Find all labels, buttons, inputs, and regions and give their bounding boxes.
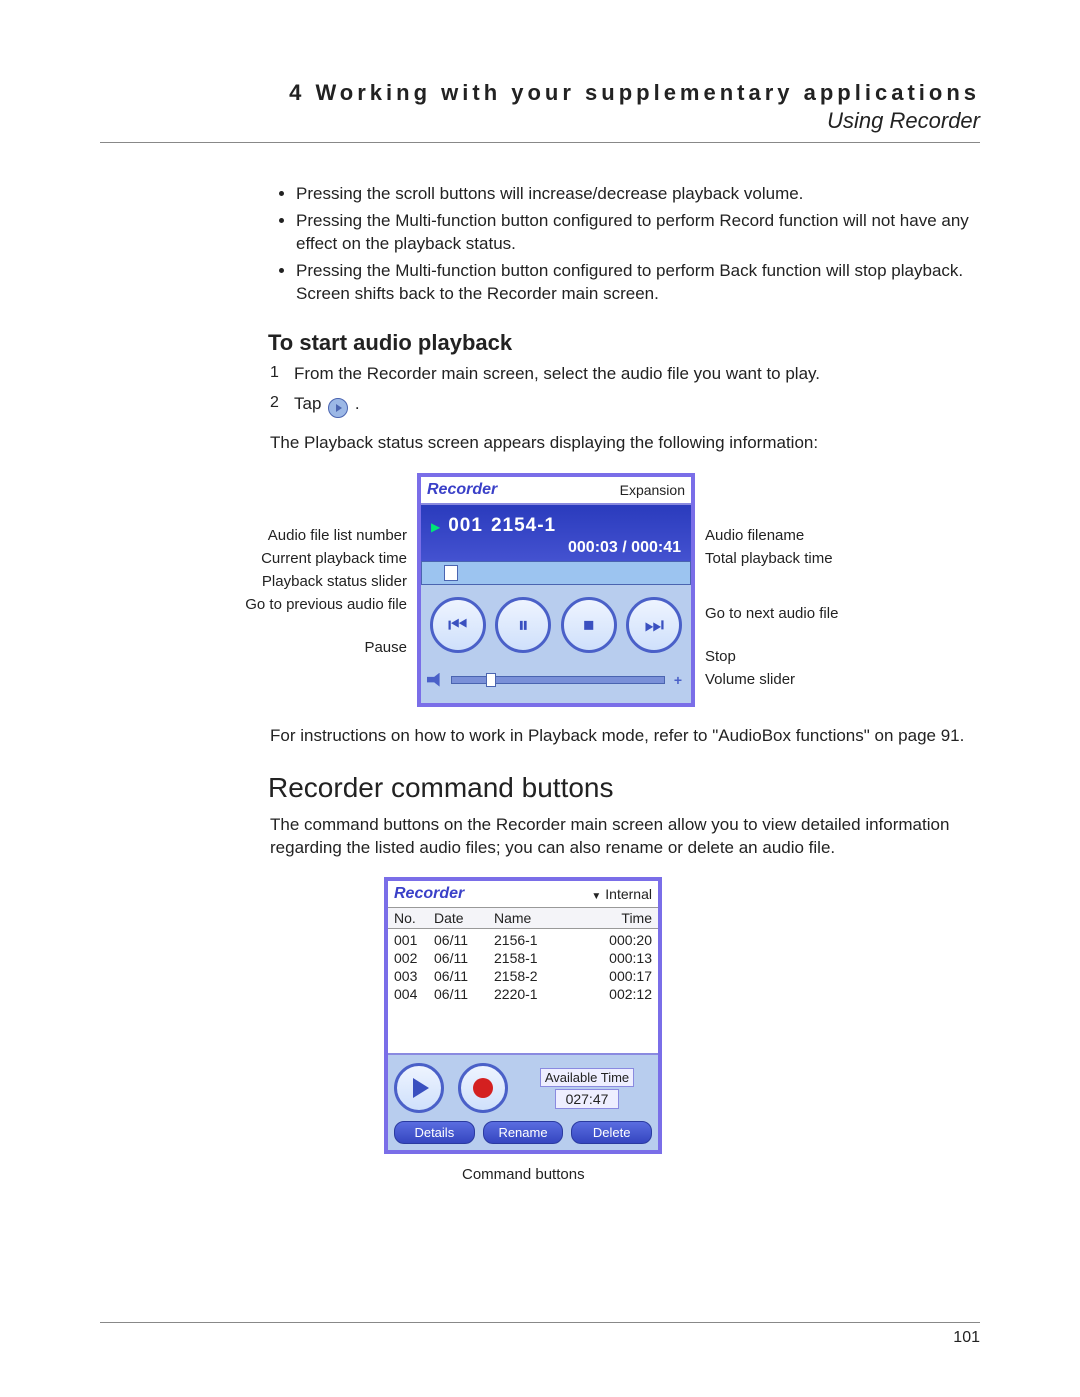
table-row[interactable]: 00406/112220-1002:12 bbox=[394, 985, 652, 1003]
prev-button[interactable]: ⏮ bbox=[430, 597, 486, 653]
callout: Total playback time bbox=[705, 550, 870, 567]
callout: Pause bbox=[222, 639, 407, 656]
col-time: Time bbox=[592, 910, 652, 926]
playback-slider[interactable] bbox=[421, 561, 691, 585]
col-date: Date bbox=[434, 910, 494, 926]
page-header: 4 Working with your supplementary applic… bbox=[100, 80, 980, 143]
col-name: Name bbox=[494, 910, 592, 926]
callout: Current playback time bbox=[222, 550, 407, 567]
chevron-down-icon bbox=[591, 886, 605, 902]
stop-button[interactable]: ⏹ bbox=[561, 597, 617, 653]
bottom-panel: Available Time 027:47 Details Rename Del… bbox=[388, 1055, 658, 1150]
app-titlebar: Recorder Internal bbox=[388, 881, 658, 907]
heading-command-buttons: Recorder command buttons bbox=[268, 772, 980, 804]
table-body: 00106/112156-1000:2000206/112158-1000:13… bbox=[388, 929, 658, 1055]
step-text-pre: Tap bbox=[294, 394, 326, 413]
volume-slider[interactable] bbox=[451, 676, 665, 684]
step-text-post: . bbox=[350, 394, 359, 413]
speaker-icon bbox=[427, 673, 445, 687]
playback-figure: Audio file list number Current playback … bbox=[222, 473, 980, 707]
volume-knob-icon[interactable] bbox=[486, 673, 496, 687]
available-time-value: 027:47 bbox=[555, 1089, 620, 1109]
available-time-label: Available Time bbox=[540, 1068, 634, 1087]
step-text: From the Recorder main screen, select th… bbox=[294, 364, 980, 384]
callout: Stop bbox=[705, 648, 870, 665]
paragraph: For instructions on how to work in Playb… bbox=[270, 725, 980, 748]
delete-button[interactable]: Delete bbox=[571, 1121, 652, 1144]
steps-list: 1 From the Recorder main screen, select … bbox=[270, 364, 980, 418]
time-separator: / bbox=[618, 539, 631, 556]
playing-indicator-icon bbox=[431, 516, 440, 536]
step-number: 1 bbox=[270, 364, 294, 384]
table-row[interactable]: 00306/112158-2000:17 bbox=[394, 967, 652, 985]
right-callouts: Audio filename Total playback time Go to… bbox=[695, 473, 870, 688]
recorder-playback-screen: Recorder Expansion 001 2154-1 000:03 / 0… bbox=[417, 473, 695, 707]
available-time-box: Available Time 027:47 bbox=[522, 1068, 652, 1109]
heading-start-playback: To start audio playback bbox=[268, 330, 980, 356]
page-number: 101 bbox=[100, 1322, 980, 1347]
callout: Go to previous audio file bbox=[222, 596, 407, 613]
callout: Volume slider bbox=[705, 671, 870, 688]
details-button[interactable]: Details bbox=[394, 1121, 475, 1144]
callout: Go to next audio file bbox=[705, 605, 870, 622]
table-row[interactable]: 00106/112156-1000:20 bbox=[394, 931, 652, 949]
rename-button[interactable]: Rename bbox=[483, 1121, 564, 1144]
chapter-title: 4 Working with your supplementary applic… bbox=[100, 80, 980, 106]
record-button[interactable] bbox=[458, 1063, 508, 1113]
notes-bullets: Pressing the scroll buttons will increas… bbox=[270, 183, 980, 306]
app-title: Recorder bbox=[427, 481, 497, 499]
paragraph: The Playback status screen appears displ… bbox=[270, 432, 980, 455]
next-button[interactable]: ⏭ bbox=[626, 597, 682, 653]
recorder-main-screen: Recorder Internal No. Date Name Time 001… bbox=[384, 877, 662, 1154]
figure-caption: Command buttons bbox=[462, 1166, 980, 1183]
callout: Audio filename bbox=[705, 527, 870, 544]
slider-knob-icon[interactable] bbox=[444, 565, 458, 581]
play-button[interactable] bbox=[394, 1063, 444, 1113]
callout: Playback status slider bbox=[222, 573, 407, 590]
page-body: Pressing the scroll buttons will increas… bbox=[270, 183, 980, 1183]
mainlist-figure: Recorder Internal No. Date Name Time 001… bbox=[384, 877, 980, 1183]
current-time: 000:03 bbox=[568, 539, 618, 556]
plus-icon: + bbox=[671, 673, 685, 687]
bullet: Pressing the Multi-function button confi… bbox=[296, 210, 980, 256]
step-text: Tap . bbox=[294, 394, 980, 418]
paragraph: The command buttons on the Recorder main… bbox=[270, 814, 980, 860]
now-playing-panel: 001 2154-1 000:03 / 000:41 bbox=[421, 505, 691, 561]
storage-menu[interactable]: Expansion bbox=[620, 482, 685, 498]
transport-controls: ⏮ ⏸ ⏹ ⏭ bbox=[421, 585, 691, 665]
app-titlebar: Recorder Expansion bbox=[421, 477, 691, 505]
step-number: 2 bbox=[270, 394, 294, 418]
section-title: Using Recorder bbox=[100, 108, 980, 134]
bullet: Pressing the Multi-function button confi… bbox=[296, 260, 980, 306]
track-index: 001 bbox=[448, 515, 483, 537]
callout: Audio file list number bbox=[222, 527, 407, 544]
table-row[interactable]: 00206/112158-1000:13 bbox=[394, 949, 652, 967]
play-icon bbox=[328, 398, 348, 418]
pause-button[interactable]: ⏸ bbox=[495, 597, 551, 653]
bullet: Pressing the scroll buttons will increas… bbox=[296, 183, 980, 206]
total-time: 000:41 bbox=[631, 539, 681, 556]
app-title: Recorder bbox=[394, 885, 464, 903]
track-name: 2154-1 bbox=[491, 515, 556, 537]
command-row: Details Rename Delete bbox=[394, 1121, 652, 1144]
volume-row: + bbox=[421, 665, 691, 703]
col-no: No. bbox=[394, 910, 434, 926]
left-callouts: Audio file list number Current playback … bbox=[222, 473, 417, 656]
storage-menu[interactable]: Internal bbox=[591, 886, 652, 902]
table-header: No. Date Name Time bbox=[388, 907, 658, 929]
